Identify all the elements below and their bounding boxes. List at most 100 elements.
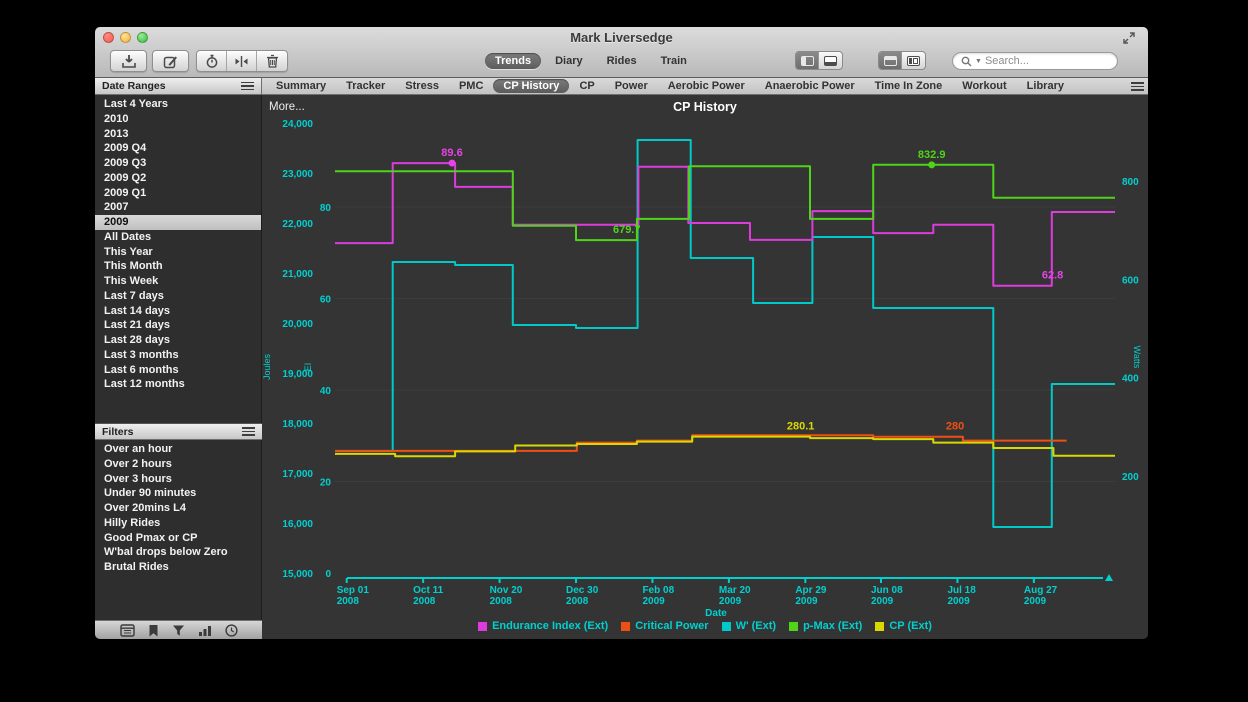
edit-metadata-button[interactable] (152, 50, 189, 72)
filter-w-bal-drops-below-zero[interactable]: W'bal drops below Zero (95, 545, 261, 560)
view-diary[interactable]: Diary (545, 53, 593, 69)
filter-over-2-hours[interactable]: Over 2 hours (95, 457, 261, 472)
filter-hilly-rides[interactable]: Hilly Rides (95, 516, 261, 531)
tab-time-in-zone[interactable]: Time In Zone (865, 79, 953, 93)
tab-library[interactable]: Library (1017, 79, 1074, 93)
date-range-2009-q2[interactable]: 2009 Q2 (95, 171, 261, 186)
date-range-2009-q3[interactable]: 2009 Q3 (95, 156, 261, 171)
date-range-last-7-days[interactable]: Last 7 days (95, 289, 261, 304)
filters-title: Filters (102, 426, 134, 438)
split-ride-button[interactable] (227, 51, 257, 71)
filter-funnel-icon[interactable] (172, 624, 185, 637)
tab-power[interactable]: Power (605, 79, 658, 93)
legend-item-cp-ext: CP (Ext) (875, 620, 932, 632)
tab-aerobic-power[interactable]: Aerobic Power (658, 79, 755, 93)
marker-832-9 (928, 161, 935, 168)
tab-tracker[interactable]: Tracker (336, 79, 395, 93)
split-arrows-icon (234, 55, 249, 68)
date-range-2009-q1[interactable]: 2009 Q1 (95, 186, 261, 201)
x-tick-year-jun-08: 2009 (871, 596, 894, 607)
toggle-bottombar-button[interactable] (819, 52, 842, 69)
search-input[interactable]: ▼ Search... (952, 52, 1118, 70)
date-range-last-28-days[interactable]: Last 28 days (95, 333, 261, 348)
calendar-icon[interactable] (120, 624, 135, 637)
legend-swatch-p-max-ext (789, 622, 798, 631)
series-line-p-max-ext (335, 165, 1115, 240)
fullscreen-icon[interactable] (1122, 31, 1136, 45)
filter-good-pmax-or-cp[interactable]: Good Pmax or CP (95, 531, 261, 546)
date-range-all-dates[interactable]: All Dates (95, 230, 261, 245)
filter-brutal-rides[interactable]: Brutal Rides (95, 560, 261, 575)
date-range-this-year[interactable]: This Year (95, 245, 261, 260)
filter-over-3-hours[interactable]: Over 3 hours (95, 472, 261, 487)
filter-over-an-hour[interactable]: Over an hour (95, 442, 261, 457)
clock-icon[interactable] (225, 624, 238, 637)
single-view-button[interactable] (879, 52, 902, 69)
date-range-2009-q4[interactable]: 2009 Q4 (95, 141, 261, 156)
x-tick-label-aug-27: Aug 27 (1024, 585, 1058, 596)
chart-bars-icon[interactable] (198, 624, 212, 637)
annotation-679-7: 679.7 (613, 224, 641, 236)
date-range-2013[interactable]: 2013 (95, 127, 261, 142)
date-range-last-14-days[interactable]: Last 14 days (95, 304, 261, 319)
bookmark-icon[interactable] (148, 624, 159, 637)
tab-summary[interactable]: Summary (266, 79, 336, 93)
series-line-cp-ext (335, 437, 1115, 457)
watts-tick-600: 600 (1122, 275, 1139, 286)
date-range-this-week[interactable]: This Week (95, 274, 261, 289)
legend-label-w-ext: W' (Ext) (736, 620, 777, 632)
ride-actions-group (196, 50, 288, 72)
joules-tick-17000: 17,000 (282, 469, 313, 480)
filters-menu-icon[interactable] (242, 427, 255, 436)
x-tick-year-apr-29: 2009 (795, 596, 818, 607)
x-tick-label-jul-18: Jul 18 (947, 585, 976, 596)
date-range-last-4-years[interactable]: Last 4 Years (95, 97, 261, 112)
annotation-280: 280 (946, 421, 964, 433)
date-ranges-menu-icon[interactable] (241, 82, 254, 91)
delete-ride-button[interactable] (257, 51, 287, 71)
annotation-89-6: 89.6 (441, 147, 462, 159)
toggle-sidebar-button[interactable] (796, 52, 819, 69)
tab-cp[interactable]: CP (569, 79, 604, 93)
x-tick-year-dec-30: 2008 (566, 596, 589, 607)
filter-under-90-minutes[interactable]: Under 90 minutes (95, 486, 261, 501)
date-range-2010[interactable]: 2010 (95, 112, 261, 127)
date-ranges-title: Date Ranges (102, 80, 166, 92)
search-scope-caret-icon[interactable]: ▼ (975, 58, 982, 65)
joules-tick-15000: 15,000 (282, 569, 313, 580)
x-tick-label-nov-20: Nov 20 (490, 585, 523, 596)
ei-tick-60: 60 (320, 295, 332, 306)
date-range-last-21-days[interactable]: Last 21 days (95, 318, 261, 333)
date-range-last-3-months[interactable]: Last 3 months (95, 348, 261, 363)
tab-anaerobic-power[interactable]: Anaerobic Power (755, 79, 865, 93)
legend-label-endurance-index-ext: Endurance Index (Ext) (492, 620, 608, 632)
trash-icon (266, 54, 279, 68)
watts-tick-800: 800 (1122, 177, 1139, 188)
date-range-2009[interactable]: 2009 (95, 215, 261, 230)
app-window: Mark Liversedge TrendsDiaryRidesTrain (95, 27, 1148, 639)
date-range-last-6-months[interactable]: Last 6 months (95, 363, 261, 378)
joules-tick-24000: 24,000 (282, 119, 313, 130)
tab-stress[interactable]: Stress (395, 79, 449, 93)
tiled-view-button[interactable] (902, 52, 925, 69)
date-range-last-12-months[interactable]: Last 12 months (95, 377, 261, 392)
tab-pmc[interactable]: PMC (449, 79, 493, 93)
save-button[interactable] (110, 50, 147, 72)
view-train[interactable]: Train (651, 53, 697, 69)
view-rides[interactable]: Rides (597, 53, 647, 69)
filter-over-20mins-l4[interactable]: Over 20mins L4 (95, 501, 261, 516)
sidebar-toggle-group (795, 51, 843, 70)
watts-axis-label: Watts (1132, 346, 1142, 369)
watts-tick-200: 200 (1122, 472, 1139, 483)
pace-stopwatch-button[interactable] (197, 51, 227, 71)
single-pane-icon (884, 56, 897, 66)
date-range-this-month[interactable]: This Month (95, 259, 261, 274)
ei-tick-80: 80 (320, 203, 332, 214)
view-trends[interactable]: Trends (485, 53, 541, 69)
x-tick-year-feb-08: 2009 (642, 596, 665, 607)
tabbar-menu-icon[interactable] (1131, 82, 1144, 91)
date-range-2007[interactable]: 2007 (95, 200, 261, 215)
x-tick-year-mar-20: 2009 (719, 596, 742, 607)
tab-cp-history[interactable]: CP History (493, 79, 569, 93)
tab-workout[interactable]: Workout (952, 79, 1016, 93)
